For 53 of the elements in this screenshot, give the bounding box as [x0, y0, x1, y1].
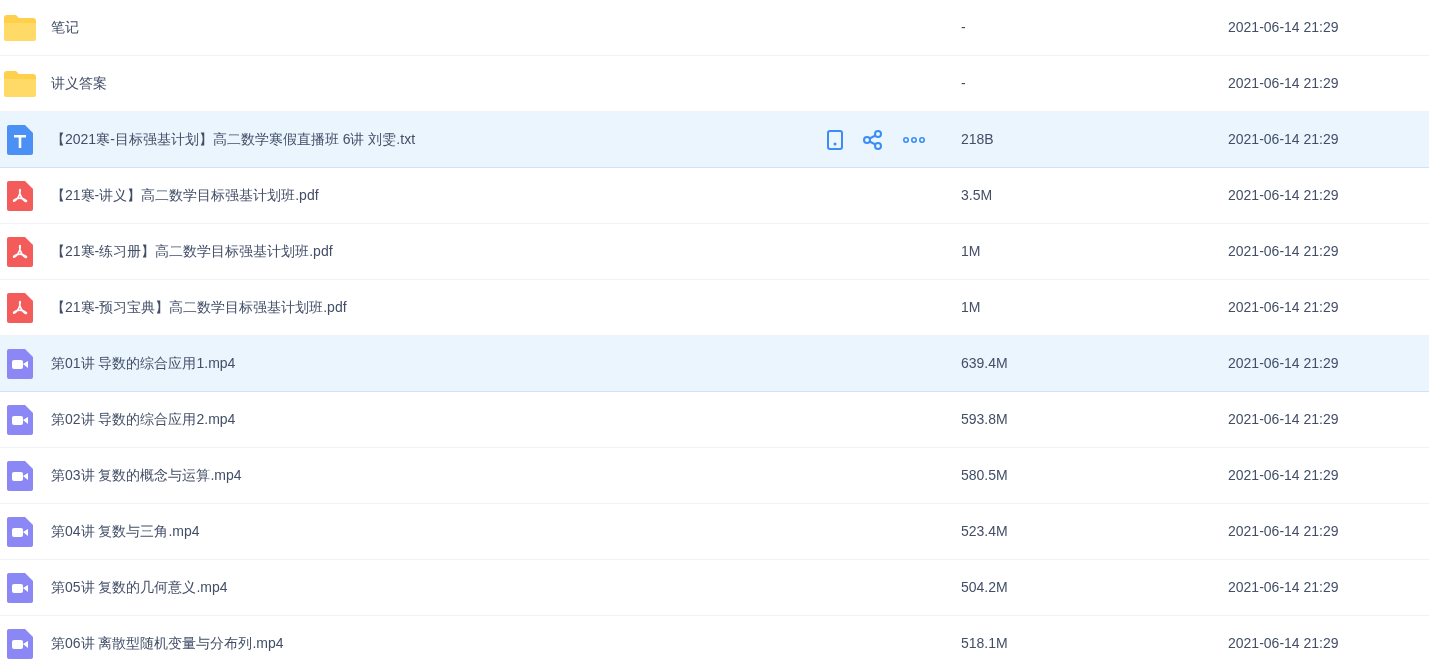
- phone-icon[interactable]: [827, 129, 843, 150]
- file-name[interactable]: 【21寒-练习册】高二数学目标强基计划班.pdf: [51, 241, 333, 262]
- file-size: 523.4M: [961, 522, 1009, 541]
- modified-date: 2021-06-14 21:29: [1228, 18, 1339, 37]
- file-size: 639.4M: [961, 354, 1009, 373]
- file-size: 1M: [961, 242, 982, 261]
- video-file-icon: [6, 572, 33, 603]
- file-name[interactable]: 【21寒-预习宝典】高二数学目标强基计划班.pdf: [51, 297, 347, 318]
- file-size: 1M: [961, 298, 982, 317]
- modified-date: 2021-06-14 21:29: [1228, 578, 1339, 597]
- modified-date: 2021-06-14 21:29: [1228, 242, 1339, 261]
- file-size: 218B: [961, 130, 995, 149]
- video-file-icon: [6, 628, 33, 659]
- file-name[interactable]: 第03讲 复数的概念与运算.mp4: [51, 465, 242, 486]
- modified-date: 2021-06-14 21:29: [1228, 410, 1339, 429]
- file-size: 593.8M: [961, 410, 1009, 429]
- modified-date: 2021-06-14 21:29: [1228, 298, 1339, 317]
- file-name[interactable]: 【2021寒-目标强基计划】高二数学寒假直播班 6讲 刘雯.txt: [51, 129, 416, 150]
- pdf-file-icon: [6, 180, 33, 211]
- modified-date: 2021-06-14 21:29: [1228, 130, 1339, 149]
- modified-date: 2021-06-14 21:29: [1228, 74, 1339, 93]
- file-name[interactable]: 【21寒-讲义】高二数学目标强基计划班.pdf: [51, 185, 319, 206]
- file-name[interactable]: 第02讲 导数的综合应用2.mp4: [51, 409, 236, 430]
- file-row[interactable]: 【2021寒-目标强基计划】高二数学寒假直播班 6讲 刘雯.txt 218B 2021-06-14 21:29: [0, 112, 1429, 168]
- file-size: 3.5M: [961, 186, 994, 205]
- file-name[interactable]: 讲义答案: [51, 73, 107, 94]
- file-size: 504.2M: [961, 578, 1009, 597]
- file-size: 580.5M: [961, 466, 1009, 485]
- file-name[interactable]: 笔记: [51, 17, 79, 38]
- video-file-icon: [6, 348, 33, 379]
- file-name[interactable]: 第01讲 导数的综合应用1.mp4: [51, 353, 236, 374]
- file-row[interactable]: 第01讲 导数的综合应用1.mp4 639.4M 2021-06-14 21:29: [0, 336, 1429, 392]
- file-size: 518.1M: [961, 634, 1009, 653]
- file-size: -: [961, 74, 967, 93]
- video-file-icon: [6, 460, 33, 491]
- modified-date: 2021-06-14 21:29: [1228, 634, 1339, 653]
- more-icon[interactable]: [903, 135, 925, 144]
- folder-icon: [3, 70, 36, 97]
- file-name[interactable]: 第05讲 复数的几何意义.mp4: [51, 577, 228, 598]
- modified-date: 2021-06-14 21:29: [1228, 466, 1339, 485]
- file-name[interactable]: 第04讲 复数与三角.mp4: [51, 521, 200, 542]
- folder-icon: [3, 14, 36, 41]
- file-size: -: [961, 18, 967, 37]
- text-file-icon: [6, 124, 33, 155]
- pdf-file-icon: [6, 292, 33, 323]
- pdf-file-icon: [6, 236, 33, 267]
- modified-date: 2021-06-14 21:29: [1228, 354, 1339, 373]
- video-file-icon: [6, 404, 33, 435]
- video-file-icon: [6, 516, 33, 547]
- modified-date: 2021-06-14 21:29: [1228, 522, 1339, 541]
- share-icon[interactable]: [863, 129, 883, 150]
- file-name[interactable]: 第06讲 离散型随机变量与分布列.mp4: [51, 633, 284, 654]
- modified-date: 2021-06-14 21:29: [1228, 186, 1339, 205]
